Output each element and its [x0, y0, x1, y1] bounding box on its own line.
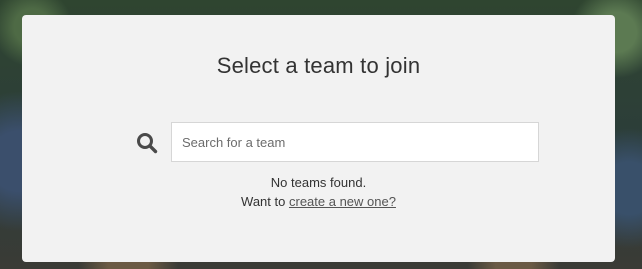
- empty-results: No teams found. Want to create a new one…: [22, 173, 615, 211]
- no-teams-message: No teams found.: [270, 175, 367, 190]
- team-select-dialog: Select a team to join No teams found. Wa…: [22, 15, 615, 262]
- search-input[interactable]: [171, 122, 539, 162]
- dialog-title: Select a team to join: [216, 53, 421, 78]
- create-prompt-text: Want to: [241, 194, 286, 209]
- create-team-link[interactable]: create a new one?: [289, 194, 396, 209]
- search-icon: [136, 132, 158, 154]
- create-team-prompt: Want to create a new one?: [22, 192, 615, 211]
